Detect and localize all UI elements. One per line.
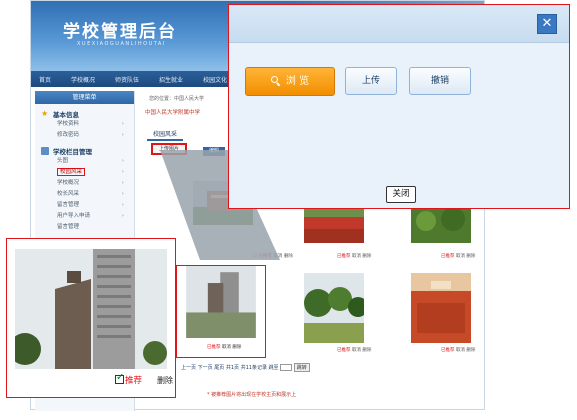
delete-link[interactable]: 删除 — [157, 375, 173, 386]
tab-campus-style[interactable]: 校园风采 — [147, 129, 184, 141]
thumb-actions: 已推荐 取消 删除 — [441, 347, 475, 353]
menu-group-columns: 学校栏目管理 — [35, 146, 134, 156]
cancel-link[interactable]: 取消 — [456, 348, 465, 353]
sidebar-item-principal[interactable]: 校长风采 › — [35, 189, 134, 200]
sidebar-item-label: 校长风采 — [57, 191, 80, 197]
sidebar-item-campus-style[interactable]: 校园风采 › — [35, 167, 134, 178]
thumb-actions: 已推荐 取消 删除 — [207, 344, 241, 350]
photo-thumb[interactable] — [304, 209, 364, 243]
sidebar-item-label: 留言管理 — [57, 202, 80, 208]
nav-item-teachers[interactable]: 师资队伍 — [115, 75, 139, 84]
sidebar-item-password[interactable]: 修改密码 › — [35, 130, 134, 141]
sidebar-item-banner[interactable]: 头图 › — [35, 156, 134, 167]
sidebar-item-school-overview[interactable]: 学校概况 › — [35, 178, 134, 189]
document-icon — [41, 147, 49, 155]
menu-group-basic: ★ 基本信息 — [35, 109, 134, 120]
cancel-link[interactable]: 取消 — [352, 348, 361, 353]
pagination: 上一页 下一页 尾页 共1页 共11条记录 跳至 跳转 — [181, 363, 310, 372]
chevron-right-icon: › — [121, 213, 124, 219]
delete-link[interactable]: 删除 — [466, 254, 475, 259]
search-icon — [270, 76, 278, 83]
nav-item-culture[interactable]: 校园文化 — [203, 75, 227, 84]
sidebar-item-label: 留言管理 — [57, 224, 80, 230]
sidebar-item-label: 头图 — [57, 158, 69, 164]
site-subtitle: XUEXIAOGUANLIHOUTAI — [77, 41, 166, 47]
sidebar-item-messages-2[interactable]: 留言管理 — [35, 222, 134, 233]
sidebar-item-label: 学校概况 — [57, 180, 80, 186]
dialog-titlebar: ✕ — [229, 5, 569, 43]
page-input[interactable] — [280, 364, 293, 371]
pager-next[interactable]: 下一页 — [198, 365, 213, 371]
recommend-link[interactable]: 已推荐 — [441, 254, 455, 259]
nav-item-home[interactable]: 首页 — [39, 75, 51, 84]
selected-thumb[interactable]: 已推荐 取消 删除 — [176, 265, 266, 358]
close-button[interactable]: 关闭 — [386, 186, 416, 203]
sidebar-heading: 管理菜单 — [35, 91, 134, 104]
thumb-actions: 已推荐 取消 删除 — [337, 347, 371, 353]
browse-button[interactable]: 浏 览 — [245, 67, 335, 96]
menu-group-label: 学校栏目管理 — [53, 148, 92, 156]
auditorium-photo — [411, 273, 471, 343]
sidebar-item-user-import[interactable]: 用户导入申请 › — [35, 211, 134, 222]
chevron-right-icon: › — [121, 180, 124, 186]
nav-item-overview[interactable]: 学校概况 — [71, 75, 95, 84]
cancel-link[interactable]: 取消 — [456, 254, 465, 259]
sidebar-item-label: 校园风采 — [57, 168, 86, 176]
close-icon[interactable]: ✕ — [537, 14, 557, 34]
delete-link[interactable]: 删除 — [466, 348, 475, 353]
nav-item-admissions[interactable]: 招生就业 — [159, 75, 183, 84]
chevron-right-icon: › — [121, 202, 124, 208]
pager-summary: 共1页 共11条记录 跳至 — [225, 365, 279, 371]
pager-prev[interactable]: 上一页 — [181, 365, 196, 371]
star-icon: ★ — [41, 109, 49, 118]
chevron-right-icon: › — [121, 158, 124, 164]
thumb-actions: 已推荐 取消 删除 — [441, 253, 475, 259]
recommend-label: 推荐 — [125, 376, 143, 386]
chevron-right-icon: › — [121, 191, 124, 197]
delete-link[interactable]: 删除 — [362, 254, 371, 259]
footnote: * 被推荐图片将出现在学校主页和展示上 — [207, 392, 297, 398]
delete-link[interactable]: 删除 — [232, 345, 241, 350]
sidebar-item-school-info[interactable]: 学校资料 › — [35, 119, 134, 130]
browse-label: 浏 览 — [285, 76, 310, 87]
undo-button[interactable]: 撤销 — [409, 67, 471, 95]
trees-photo — [304, 273, 368, 343]
sidebar-item-messages[interactable]: 留言管理 › — [35, 200, 134, 211]
checkbox-checked-icon — [115, 372, 124, 384]
delete-link[interactable]: 删除 — [284, 254, 293, 259]
cancel-link[interactable]: 取消 — [352, 254, 361, 259]
recommend-link[interactable]: 已推荐 — [441, 348, 455, 353]
chevron-right-icon: › — [121, 132, 124, 138]
menu-group-label: 基本信息 — [53, 111, 79, 119]
recommend-link[interactable]: 已推荐 — [207, 345, 221, 350]
recommend-checkbox[interactable]: 推荐 — [115, 372, 143, 386]
thumb-actions: 已推荐 取消 删除 — [337, 253, 371, 259]
pager-last[interactable]: 尾页 — [214, 365, 224, 371]
cancel-link[interactable]: 取消 — [222, 345, 231, 350]
sidebar-item-label: 学校资料 — [57, 121, 80, 127]
chevron-right-icon: › — [121, 121, 124, 127]
building-photo-small — [186, 266, 256, 338]
site-title: 学校管理后台 — [63, 22, 177, 42]
upload-dialog: ✕ 浏 览 上传 撤销 关闭 — [228, 4, 570, 209]
photo-thumb[interactable] — [411, 273, 471, 343]
sidebar-item-label: 用户导入申请 — [57, 213, 91, 219]
recommend-link[interactable]: 已推荐 — [337, 254, 351, 259]
garden-photo — [411, 207, 471, 243]
recommend-link[interactable]: 已推荐 — [337, 348, 351, 353]
sidebar-item-label: 修改密码 — [57, 132, 80, 138]
pager-go-button[interactable]: 跳转 — [293, 363, 310, 372]
upload-button[interactable]: 上传 — [345, 67, 397, 95]
photo-thumb[interactable] — [411, 207, 471, 243]
zoom-inset: 推荐 删除 — [6, 238, 176, 398]
delete-link[interactable]: 删除 — [362, 348, 371, 353]
photo-thumb[interactable] — [304, 273, 368, 343]
stadium-photo — [304, 209, 364, 243]
building-photo-large — [15, 249, 167, 369]
chevron-right-icon: › — [121, 169, 124, 175]
